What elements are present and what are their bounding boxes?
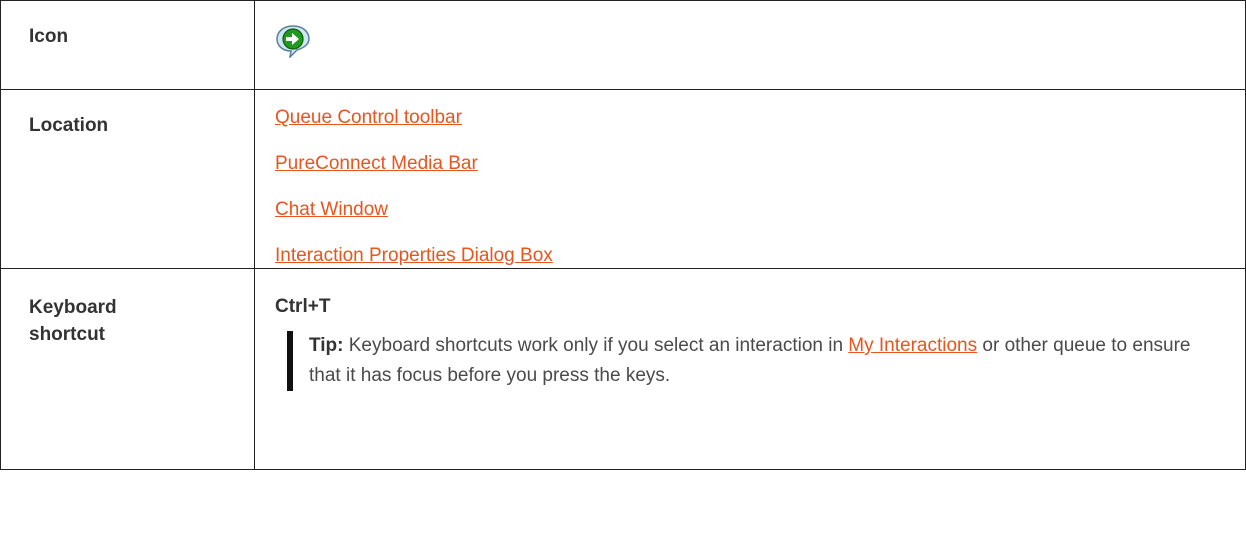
icon-row-value [254, 0, 1246, 90]
icon-row-label: Icon [0, 0, 255, 90]
keyboard-label-line1: Keyboard [29, 297, 117, 318]
keyboard-shortcut-row-label: Keyboard shortcut [0, 268, 255, 470]
tip-note: Tip: Keyboard shortcuts work only if you… [287, 331, 1205, 391]
location-links: Queue Control toolbar PureConnect Media … [275, 90, 1245, 268]
tip-label: Tip: [309, 335, 344, 356]
keyboard-shortcut-row-value: Ctrl+T Tip: Keyboard shortcuts work only… [254, 268, 1246, 470]
link-queue-control-toolbar[interactable]: Queue Control toolbar [275, 107, 462, 128]
link-my-interactions[interactable]: My Interactions [848, 335, 977, 356]
link-interaction-properties-dialog-box[interactable]: Interaction Properties Dialog Box [275, 245, 553, 266]
transfer-arrow-speech-bubble-icon [275, 1, 1245, 64]
keyboard-label-line2: shortcut [29, 324, 105, 345]
shortcut-keys: Ctrl+T [275, 296, 331, 317]
icon-row: Icon [0, 0, 1246, 90]
tip-text-before: Keyboard shortcuts work only if you sele… [343, 335, 849, 356]
location-row: Location Queue Control toolbar PureConne… [0, 89, 1246, 269]
link-chat-window[interactable]: Chat Window [275, 199, 388, 220]
location-row-value: Queue Control toolbar PureConnect Media … [254, 89, 1246, 269]
keyboard-shortcut-row: Keyboard shortcut Ctrl+T Tip: Keyboard s… [0, 268, 1246, 470]
location-row-label: Location [0, 89, 255, 269]
link-pureconnect-media-bar[interactable]: PureConnect Media Bar [275, 153, 478, 174]
properties-table: Icon Location Queue Control toolbar Pure… [0, 0, 1246, 470]
